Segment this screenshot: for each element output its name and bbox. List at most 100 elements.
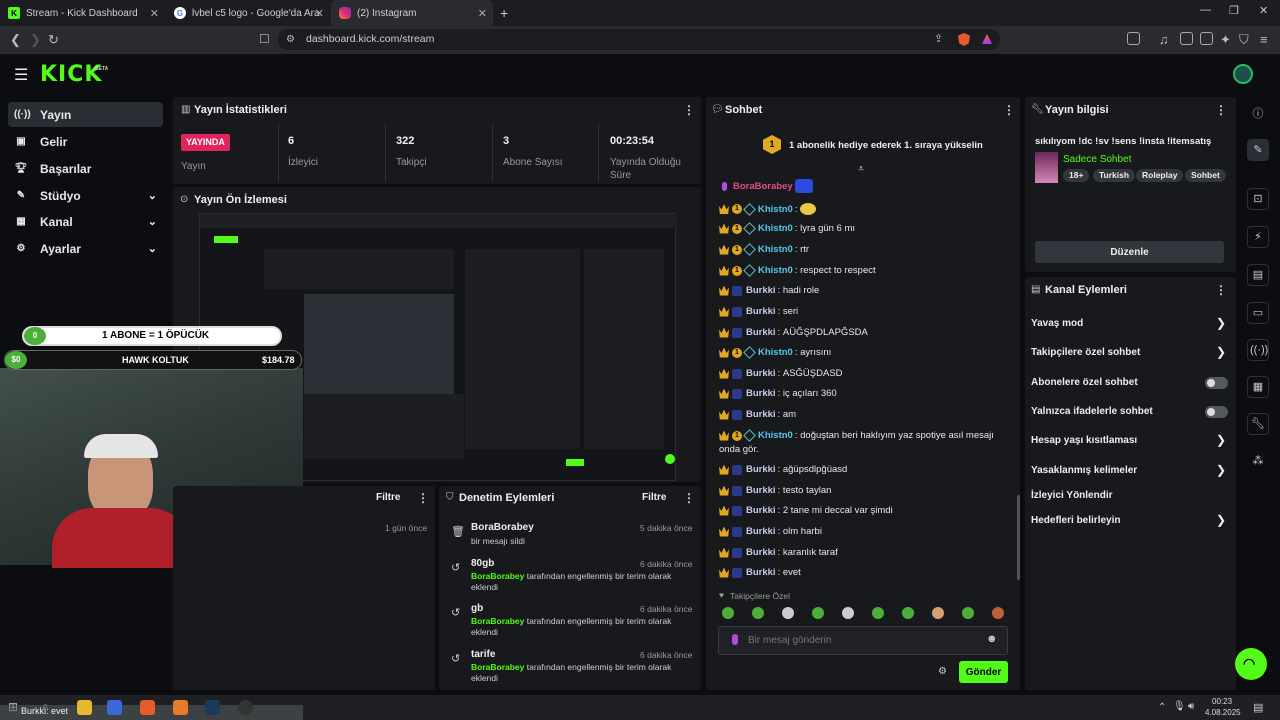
- send-button[interactable]: Gönder: [959, 661, 1008, 683]
- chat-message[interactable]: Burkki: 2 tane mi deccal var şimdi: [719, 505, 893, 516]
- chat-username[interactable]: Burkki: [746, 306, 776, 317]
- steam-icon[interactable]: [205, 700, 220, 715]
- emote-icon[interactable]: [752, 607, 764, 619]
- chat-username[interactable]: Khistn0: [758, 347, 793, 358]
- emote-icon[interactable]: [932, 607, 944, 619]
- chat-username[interactable]: Khistn0: [758, 430, 793, 441]
- chat-message[interactable]: 1 Khistn0: ayrısını: [719, 346, 831, 359]
- more-options-icon[interactable]: ⋮: [417, 491, 429, 505]
- close-icon[interactable]: ✕: [315, 7, 324, 20]
- chat-message[interactable]: 1 Khistn0: doğuştan beri haklıyım yaz spo…: [719, 429, 994, 442]
- sidebar-item-basarilar[interactable]: 🏆︎ Başarılar: [8, 156, 163, 181]
- chat-username[interactable]: Khistn0: [758, 204, 793, 215]
- chat-username[interactable]: Burkki: [746, 567, 776, 578]
- bookmark-icon[interactable]: ☐: [259, 32, 270, 46]
- minimize-icon[interactable]: —: [1200, 4, 1211, 16]
- vpn-icon[interactable]: ⛉: [1239, 32, 1249, 48]
- volume-icon[interactable]: 🔊︎: [1188, 701, 1194, 712]
- tray-chevron-icon[interactable]: ⌃: [1158, 702, 1166, 713]
- chat-scrollbar[interactable]: [1017, 495, 1020, 580]
- tab-instagram[interactable]: (2) Instagram ✕: [331, 0, 493, 26]
- emote-icon[interactable]: [872, 607, 884, 619]
- reload-icon[interactable]: ↻: [48, 32, 59, 48]
- category-link[interactable]: Sadece Sohbet: [1063, 154, 1131, 165]
- chat-username[interactable]: BoraBorabey: [733, 181, 793, 192]
- mod-actor[interactable]: BoraBorabey: [471, 616, 524, 626]
- more-options-icon[interactable]: ⋮: [1215, 283, 1227, 297]
- collapse-icon[interactable]: ⩡: [858, 163, 864, 176]
- chat-username[interactable]: Burkki: [746, 368, 776, 379]
- avatar[interactable]: [1233, 64, 1253, 84]
- chevron-right-icon[interactable]: ❯: [1216, 463, 1226, 477]
- chevron-right-icon[interactable]: ❯: [1216, 433, 1226, 447]
- wallet-icon[interactable]: [1200, 32, 1213, 45]
- chat-message[interactable]: 1 Khistn0: respect to respect: [719, 264, 876, 277]
- tab-kick-dashboard[interactable]: K Stream - Kick Dashboard ✕: [0, 0, 165, 26]
- subscribers-only-toggle[interactable]: [1205, 377, 1228, 389]
- back-icon[interactable]: ❮: [10, 32, 21, 48]
- pinned-gift-banner[interactable]: 1 abonelik hediye ederek 1. sıraya yükse…: [789, 140, 983, 151]
- chat-username[interactable]: Burkki: [746, 285, 776, 296]
- moderation-filter-button[interactable]: Filtre: [642, 492, 666, 503]
- account-age-item[interactable]: Hesap yaşı kısıtlaması: [1031, 435, 1137, 446]
- new-tab-icon[interactable]: +: [500, 5, 508, 21]
- restore-icon[interactable]: ❐: [1229, 4, 1239, 17]
- forward-icon[interactable]: ❯: [30, 32, 41, 48]
- share-icon[interactable]: ⇪: [934, 32, 943, 45]
- mod-entry-user[interactable]: 80gb: [471, 558, 494, 569]
- chat-message[interactable]: 1 Khistn0: rtr: [719, 243, 809, 256]
- chat-message[interactable]: Burkki: am: [719, 409, 796, 420]
- emotes-only-toggle[interactable]: [1205, 406, 1228, 418]
- chevron-down-icon[interactable]: ⌄: [148, 189, 157, 202]
- clock-date[interactable]: 4.08.2025: [1205, 708, 1241, 717]
- chevron-down-icon[interactable]: ⌄: [148, 242, 157, 255]
- chat-message-input[interactable]: [748, 632, 973, 648]
- notification-icon[interactable]: ▤: [1253, 701, 1263, 714]
- emote-icon[interactable]: [782, 607, 794, 619]
- chat-message[interactable]: 1 Khistn0:: [719, 202, 817, 216]
- menu-icon[interactable]: ≡: [1260, 32, 1268, 47]
- chat-message[interactable]: 1 Khistn0: lyra gün 6 mı: [719, 222, 855, 235]
- followers-only-item[interactable]: Takipçilere özel sohbet: [1031, 347, 1140, 358]
- sidebar-item-ayarlar[interactable]: ⚙ Ayarlar ⌄: [8, 236, 163, 261]
- chat-message[interactable]: Burkki: testo taylan: [719, 485, 831, 496]
- chat-settings-icon[interactable]: ⚙: [938, 666, 947, 677]
- chat-message[interactable]: Burkki: ASĞÜŞDASD: [719, 368, 843, 379]
- chat-message[interactable]: BoraBorabey:: [719, 179, 813, 193]
- chat-message[interactable]: Burkki: olm harbi: [719, 526, 822, 537]
- mic-icon[interactable]: [732, 634, 738, 645]
- sidebar-item-gelir[interactable]: ▣ Gelir: [8, 129, 163, 154]
- set-goals-item[interactable]: Hedefleri belirleyin: [1031, 515, 1120, 526]
- slow-mode-item[interactable]: Yavaş mod: [1031, 318, 1083, 329]
- chat-username[interactable]: Burkki: [746, 388, 776, 399]
- chat-message[interactable]: Burkki: AÜĞŞPDLAPĞSDA: [719, 327, 868, 338]
- chat-username[interactable]: Burkki: [746, 409, 776, 420]
- emote-icon[interactable]: [842, 607, 854, 619]
- emote-icon[interactable]: [902, 607, 914, 619]
- info-icon[interactable]: ⓘ: [1250, 106, 1266, 122]
- site-info-icon[interactable]: ⚙: [286, 34, 295, 45]
- mod-entry-user[interactable]: tarife: [471, 649, 495, 660]
- tab-google-search[interactable]: G lvbel c5 logo - Google'da Ara ✕: [166, 0, 330, 26]
- kick-logo[interactable]: KICK: [40, 62, 102, 87]
- url-text[interactable]: dashboard.kick.com/stream: [306, 33, 434, 45]
- undo-icon[interactable]: ↺: [451, 561, 460, 574]
- chat-message[interactable]: Burkki: evet: [719, 567, 801, 578]
- mod-actor[interactable]: BoraBorabey: [471, 662, 524, 672]
- microphone-icon[interactable]: 🎙︎: [1173, 701, 1186, 712]
- more-options-icon[interactable]: ⋮: [683, 491, 695, 505]
- undo-icon[interactable]: ↺: [451, 652, 460, 665]
- app-icon[interactable]: [173, 700, 188, 715]
- sidebar-toggle-icon[interactable]: [1180, 32, 1193, 45]
- brave-icon[interactable]: [140, 700, 155, 715]
- chat-message[interactable]: Burkki: karanlık taraf: [719, 547, 838, 558]
- close-icon[interactable]: ✕: [150, 7, 159, 20]
- emote-icon[interactable]: [992, 607, 1004, 619]
- mod-actor[interactable]: BoraBorabey: [471, 571, 524, 581]
- clock-time[interactable]: 00:23: [1212, 697, 1232, 706]
- sidebar-item-studyo[interactable]: ✎ Stüdyo ⌄: [8, 183, 163, 208]
- undo-icon[interactable]: ↺: [451, 606, 460, 619]
- mod-entry-user[interactable]: BoraBorabey: [471, 522, 534, 533]
- emoji-picker-icon[interactable]: ☻: [986, 633, 998, 645]
- screenshot-icon[interactable]: [1127, 32, 1140, 45]
